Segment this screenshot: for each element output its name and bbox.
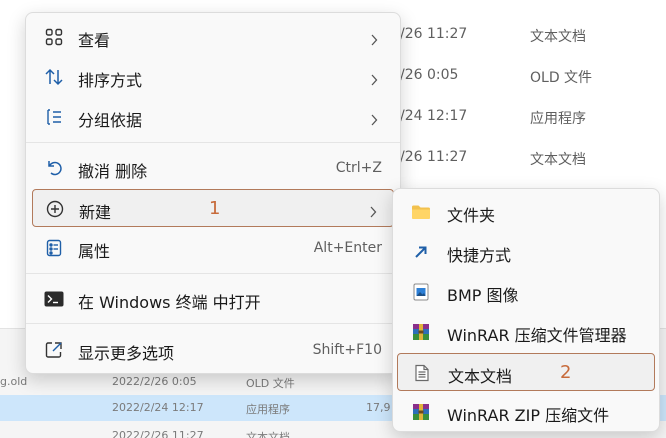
menu-separator	[26, 142, 400, 143]
submenu-item-label: BMP 图像	[447, 286, 519, 305]
menu-item-undo-delete[interactable]: 撤消 删除 Ctrl+Z	[32, 149, 394, 187]
menu-item-label: 属性	[78, 242, 111, 261]
menu-item-label: 查看	[78, 31, 111, 50]
new-submenu: 文件夹 快捷方式 BMP 图像 WinRAR 压缩文件管理器 文本文档 2 Wi…	[392, 188, 660, 432]
shortcut-label: Shift+F10	[312, 342, 382, 358]
group-list-icon	[44, 107, 64, 127]
menu-separator	[26, 273, 400, 274]
file-type: 应用程序	[246, 403, 290, 416]
submenu-item-label: 文件夹	[447, 206, 496, 225]
submenu-item-label: 文本文档	[448, 367, 513, 386]
submenu-item-label: 快捷方式	[447, 246, 512, 265]
plus-circle-icon	[45, 199, 65, 219]
file-type: 应用程序	[530, 111, 586, 127]
sort-icon	[44, 67, 64, 87]
menu-item-label: 排序方式	[78, 71, 143, 90]
menu-separator	[26, 323, 400, 324]
chevron-right-icon	[370, 71, 378, 90]
submenu-item-winrar-zip[interactable]: WinRAR ZIP 压缩文件	[397, 393, 655, 431]
folder-icon	[411, 202, 431, 222]
menu-item-label: 新建	[79, 203, 112, 222]
shortcut-arrow-icon	[411, 242, 431, 262]
terminal-icon	[44, 289, 64, 309]
explorer-header-edge	[0, 0, 420, 8]
file-date: 2022/2/24 12:17	[112, 401, 204, 414]
menu-item-label: 分组依据	[78, 111, 143, 130]
file-type: OLD 文件	[530, 70, 593, 86]
submenu-item-label: WinRAR ZIP 压缩文件	[447, 406, 610, 425]
annotation-step-2: 2	[560, 362, 572, 383]
menu-item-group[interactable]: 分组依据	[32, 98, 394, 136]
file-date: 2022/2/26 11:27	[112, 429, 204, 438]
file-date: /26 11:27	[400, 26, 468, 42]
winrar-zip-icon	[411, 402, 431, 422]
chevron-right-icon	[369, 203, 377, 222]
file-name: g.old	[0, 375, 28, 388]
file-size: 17,9	[366, 401, 391, 414]
file-date: /26 11:27	[400, 149, 468, 165]
menu-item-open-terminal[interactable]: 在 Windows 终端 中打开	[32, 280, 394, 318]
shortcut-label: Ctrl+Z	[335, 160, 382, 176]
file-date: /24 12:17	[400, 108, 468, 124]
shortcut-label: Alt+Enter	[313, 240, 382, 256]
winrar-icon	[411, 322, 431, 342]
submenu-item-label: WinRAR 压缩文件管理器	[447, 326, 627, 345]
menu-item-label: 在 Windows 终端 中打开	[78, 293, 261, 312]
menu-item-new[interactable]: 新建 1	[32, 189, 394, 227]
file-type: 文本文档	[246, 431, 290, 438]
menu-item-label: 撤消 删除	[78, 162, 148, 181]
undo-icon	[44, 158, 64, 178]
grid-icon	[44, 27, 64, 47]
menu-item-show-more-options[interactable]: 显示更多选项 Shift+F10	[32, 331, 394, 369]
file-date: 2022/2/26 0:05	[112, 375, 197, 388]
chevron-right-icon	[370, 111, 378, 130]
submenu-item-folder[interactable]: 文件夹	[397, 193, 655, 231]
external-open-icon	[44, 340, 64, 360]
submenu-item-winrar[interactable]: WinRAR 压缩文件管理器	[397, 313, 655, 351]
menu-item-view[interactable]: 查看	[32, 18, 394, 56]
menu-item-properties[interactable]: 属性 Alt+Enter	[32, 229, 394, 267]
file-type: 文本文档	[530, 29, 586, 45]
file-type: OLD 文件	[246, 377, 295, 390]
submenu-item-shortcut[interactable]: 快捷方式	[397, 233, 655, 271]
file-date: /26 0:05	[400, 67, 459, 83]
annotation-step-1: 1	[209, 198, 221, 219]
context-menu: 查看 排序方式 分组依据 撤消 删除 Ctrl+Z 新建 1 属性 Alt+En…	[25, 12, 401, 374]
submenu-item-bmp[interactable]: BMP 图像	[397, 273, 655, 311]
file-type: 文本文档	[530, 152, 586, 168]
submenu-item-text-document[interactable]: 文本文档 2	[397, 353, 655, 391]
menu-item-label: 显示更多选项	[78, 344, 175, 363]
properties-icon	[44, 238, 64, 258]
image-file-icon	[411, 282, 431, 302]
text-file-icon	[412, 363, 432, 383]
menu-item-sort[interactable]: 排序方式	[32, 58, 394, 96]
chevron-right-icon	[370, 31, 378, 50]
